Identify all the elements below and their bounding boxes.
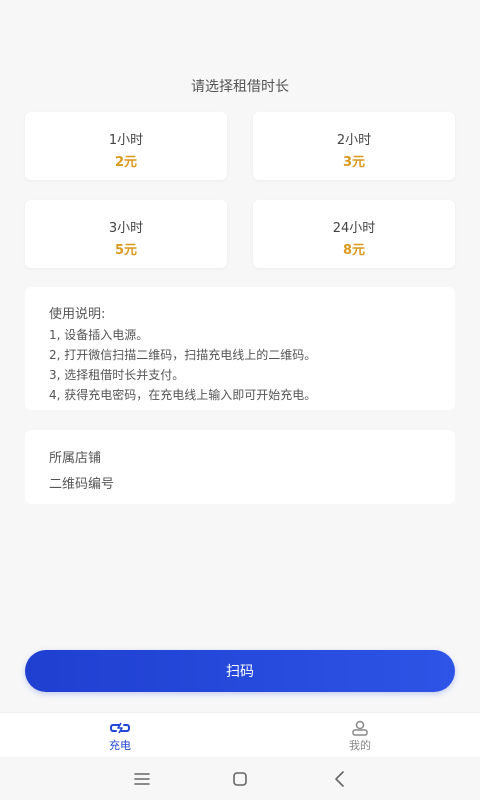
plan-price: 2元 xyxy=(114,155,138,170)
plan-duration: 3小时 xyxy=(108,221,144,236)
plan-price: 5元 xyxy=(114,243,138,258)
store-info-panel: 所属店铺 二维码编号 xyxy=(25,430,455,504)
plan-price: 8元 xyxy=(342,243,366,258)
back-icon[interactable] xyxy=(329,768,351,790)
bottom-tabbar: 充电 我的 xyxy=(0,712,480,757)
store-label: 所属店铺 xyxy=(49,451,102,466)
home-icon[interactable] xyxy=(229,768,251,790)
plan-duration: 1小时 xyxy=(108,133,144,148)
plan-duration: 2小时 xyxy=(336,133,372,148)
charge-icon xyxy=(110,722,130,734)
tab-mine[interactable]: 我的 xyxy=(240,713,480,757)
plan-card-24h[interactable]: 24小时 8元 xyxy=(253,200,455,268)
instruction-step: 3, 选择租借时长并支付。 xyxy=(49,368,185,382)
tab-mine-label: 我的 xyxy=(349,739,371,752)
system-navigation-bar xyxy=(0,758,480,800)
plan-price: 3元 xyxy=(342,155,366,170)
plan-card-3h[interactable]: 3小时 5元 xyxy=(25,200,227,268)
instruction-step: 2, 打开微信扫描二维码，扫描充电线上的二维码。 xyxy=(49,348,317,362)
tab-charge[interactable]: 充电 xyxy=(0,713,240,757)
page-title: 请选择租借时长 xyxy=(191,79,289,95)
user-icon xyxy=(352,720,368,736)
instruction-step: 1, 设备插入电源。 xyxy=(49,328,149,342)
plan-card-2h[interactable]: 2小时 3元 xyxy=(253,112,455,180)
scan-button[interactable]: 扫码 xyxy=(25,650,455,692)
instructions-panel: 使用说明: 1, 设备插入电源。 2, 打开微信扫描二维码，扫描充电线上的二维码… xyxy=(25,287,455,410)
plan-duration: 24小时 xyxy=(332,221,376,236)
tab-charge-label: 充电 xyxy=(109,739,131,752)
menu-icon[interactable] xyxy=(131,768,153,790)
instruction-step: 4, 获得充电密码，在充电线上输入即可开始充电。 xyxy=(49,388,317,402)
plan-card-1h[interactable]: 1小时 2元 xyxy=(25,112,227,180)
instructions-heading: 使用说明: xyxy=(49,307,106,322)
qrcode-number-label: 二维码编号 xyxy=(49,477,115,492)
